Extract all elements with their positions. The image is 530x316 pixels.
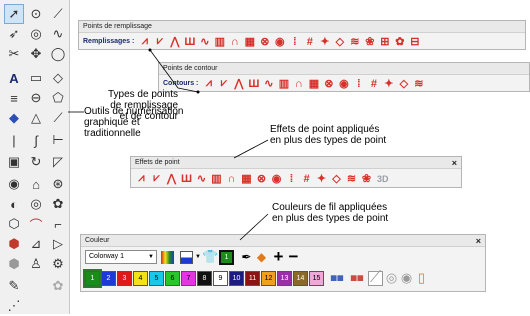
effects-leader xyxy=(233,139,269,159)
types-leader-dot-b xyxy=(196,90,200,94)
types-leader-outline xyxy=(177,87,199,93)
types-leader-dot-a xyxy=(148,48,152,52)
types-leader-fill xyxy=(149,49,179,89)
callout-leaders xyxy=(68,48,269,241)
colors-leader xyxy=(239,213,269,241)
